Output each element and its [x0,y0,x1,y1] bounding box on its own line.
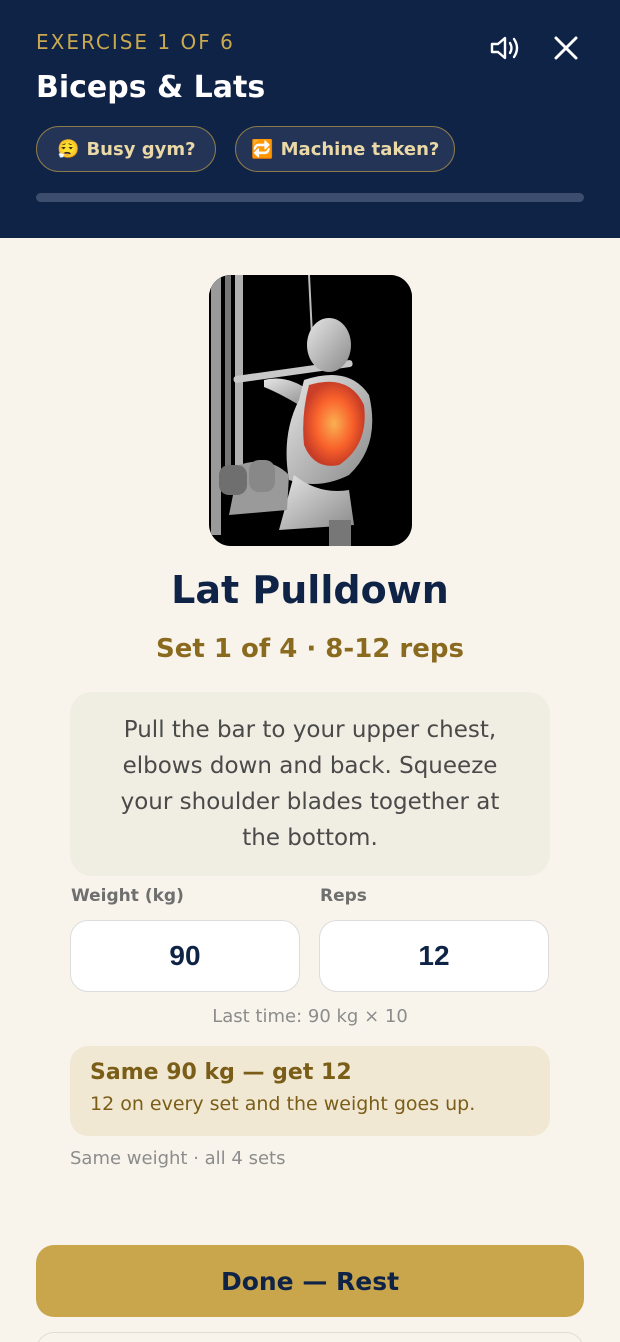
close-icon[interactable] [550,32,582,64]
instructions-text: Pull the bar to your upper chest, elbows… [120,717,500,851]
exercise-illustration [209,275,412,546]
tip-title: Same 90 kg — get 12 [90,1060,352,1085]
exercise-name: Lat Pulldown [171,568,449,612]
plan-note: Same weight · all 4 sets [70,1148,286,1169]
repeat-icon: 🔁 [251,138,274,160]
secondary-action-card[interactable] [36,1332,584,1342]
reps-input[interactable] [319,920,549,992]
machine-taken-button[interactable]: 🔁 Machine taken? [235,126,455,172]
done-rest-button[interactable]: Done — Rest [36,1245,584,1317]
set-info: Set 1 of 4 · 8-12 reps [156,634,464,664]
exercise-instructions: Pull the bar to your upper chest, elbows… [70,692,550,876]
busy-gym-label: Busy gym? [86,138,196,160]
workout-header: EXERCISE 1 OF 6 Biceps & Lats 😮‍💨 Busy g… [0,0,620,238]
reps-label: Reps [320,886,367,906]
progression-tip: Same 90 kg — get 12 12 on every set and … [70,1046,550,1136]
workout-title: Biceps & Lats [36,70,266,105]
tip-body: 12 on every set and the weight goes up. [90,1093,476,1115]
weight-input[interactable] [70,920,300,992]
workout-progress-bar [36,193,584,202]
exhale-face-icon: 😮‍💨 [57,138,80,160]
machine-taken-label: Machine taken? [280,138,440,160]
speaker-icon[interactable] [488,32,524,64]
weight-label: Weight (kg) [71,886,184,906]
busy-gym-button[interactable]: 😮‍💨 Busy gym? [36,126,216,172]
exercise-counter: EXERCISE 1 OF 6 [36,30,235,54]
last-time-note: Last time: 90 kg × 10 [212,1006,408,1027]
